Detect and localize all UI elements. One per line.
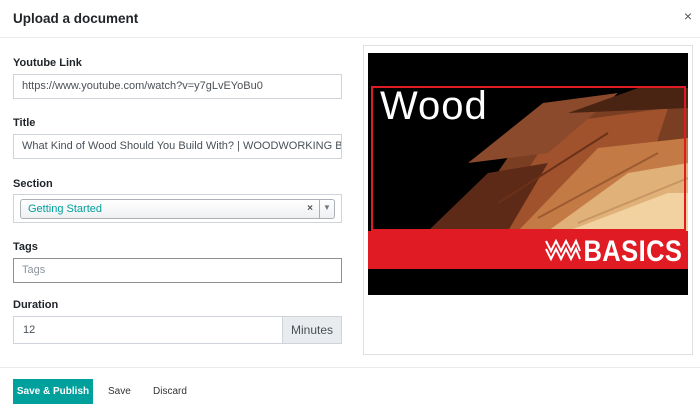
video-preview-frame: Wood BASICS — [363, 45, 693, 355]
section-selected-value: Getting Started — [28, 203, 102, 215]
youtube-link-input[interactable]: https://www.youtube.com/watch?v=y7gLvEYo… — [13, 74, 342, 99]
duration-unit: Minutes — [282, 316, 342, 344]
title-input[interactable]: What Kind of Wood Should You Build With?… — [13, 134, 342, 159]
duration-input[interactable]: 12 — [13, 316, 283, 344]
woodworking-logo-icon — [545, 238, 581, 262]
close-icon[interactable]: × — [684, 9, 692, 23]
modal-title: Upload a document — [13, 11, 139, 26]
tags-input[interactable]: Tags — [13, 258, 342, 283]
duration-group: 12 Minutes — [13, 316, 342, 344]
chevron-down-icon: ▼ — [323, 203, 331, 212]
duration-label: Duration — [13, 299, 59, 311]
section-field: Getting Started × ▼ — [13, 194, 342, 223]
upload-document-modal: Upload a document × Youtube Link https:/… — [0, 0, 700, 410]
discard-button[interactable]: Discard — [153, 379, 187, 404]
youtube-link-label: Youtube Link — [13, 57, 82, 69]
thumbnail-headline: Wood — [380, 84, 488, 128]
tags-label: Tags — [13, 241, 38, 253]
tags-placeholder: Tags — [22, 264, 46, 276]
title-label: Title — [13, 117, 36, 129]
dropdown-toggle[interactable]: ▼ — [319, 200, 334, 218]
save-button[interactable]: Save — [108, 379, 131, 404]
section-select[interactable]: Getting Started × ▼ — [20, 199, 335, 219]
save-publish-button[interactable]: Save & Publish — [13, 379, 93, 404]
clear-icon[interactable]: × — [307, 203, 313, 214]
thumbnail-banner-text: BASICS — [583, 235, 682, 268]
section-label: Section — [13, 178, 53, 190]
modal-header: Upload a document × — [0, 0, 700, 38]
footer-divider — [0, 367, 700, 368]
video-thumbnail[interactable]: Wood BASICS — [368, 53, 688, 295]
